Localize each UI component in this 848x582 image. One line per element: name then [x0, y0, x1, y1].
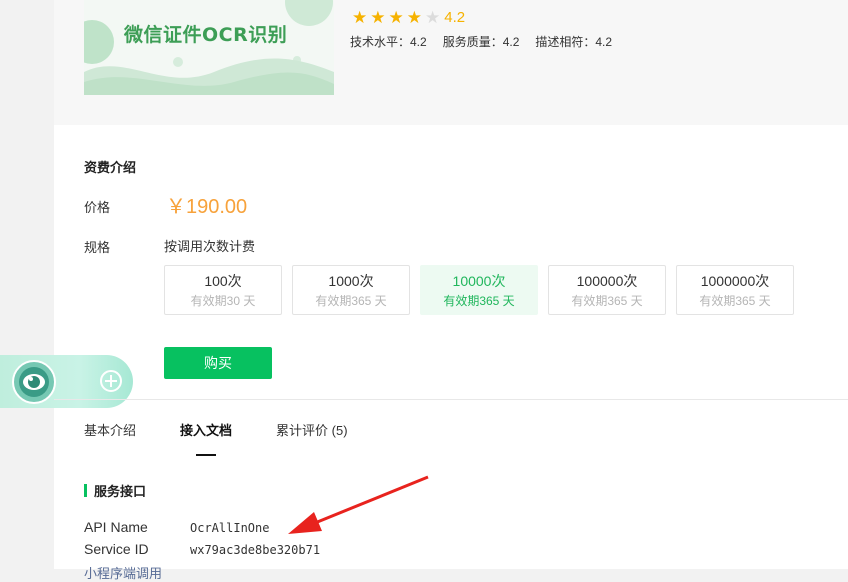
spec-option-count: 100000次: [576, 273, 638, 289]
spec-label: 规格: [84, 240, 111, 255]
spec-option-100[interactable]: 100次 有效期30 天: [164, 265, 282, 315]
buy-button[interactable]: 购买: [164, 347, 272, 379]
rating-score: 4.2: [444, 8, 466, 26]
spec-option-count: 10000次: [452, 273, 506, 289]
lens-graphic: [19, 367, 49, 397]
service-interface-heading: 服务接口: [84, 481, 146, 500]
spec-option-100000[interactable]: 100000次 有效期365 天: [548, 265, 666, 315]
spec-option-validity: 有效期365 天: [443, 294, 515, 308]
star-filled-icon: ★: [352, 7, 368, 27]
sub-rating-service: 服务质量：4.2: [442, 35, 520, 49]
pricing-section-title: 资费介绍: [84, 160, 137, 175]
star-filled-icon: ★: [370, 7, 386, 27]
spec-option-10000[interactable]: 10000次 有效期365 天: [420, 265, 538, 315]
rating-stars: ★ ★ ★ ★ ★ 4.2: [352, 7, 465, 27]
banner-decoration: [84, 0, 334, 95]
floating-capture-widget: [0, 355, 133, 408]
sub-rating-description: 描述相符：4.2: [535, 35, 613, 49]
star-filled-icon: ★: [406, 7, 422, 27]
miniprogram-call-link[interactable]: 小程序端调用: [84, 563, 162, 582]
spec-option-validity: 有效期365 天: [571, 294, 643, 308]
tab-basic-intro[interactable]: 基本介绍: [84, 420, 136, 450]
banner-title: 微信证件OCR识别: [124, 24, 288, 46]
tab-access-docs[interactable]: 接入文档: [180, 420, 232, 456]
spec-option-count: 1000000次: [700, 273, 770, 289]
price-value: ￥190.00: [166, 196, 248, 218]
red-arrow-annotation: [288, 475, 429, 534]
doc-tabs: 基本介绍 接入文档 累计评价 (5): [84, 420, 392, 456]
add-circle-icon[interactable]: [99, 369, 123, 393]
spec-option-validity: 有效期365 天: [699, 294, 771, 308]
api-name-value: OcrAllInOne: [190, 521, 270, 535]
spec-option-validity: 有效期30 天: [190, 294, 256, 308]
service-id-value: wx79ac3de8be320b71: [190, 543, 321, 557]
price-label: 价格: [84, 200, 111, 215]
star-empty-icon: ★: [425, 7, 441, 27]
api-name-key: API Name: [84, 519, 148, 535]
spec-option-1000[interactable]: 1000次 有效期365 天: [292, 265, 410, 315]
spec-option-count: 100次: [204, 273, 242, 289]
heading-accent-bar: [84, 484, 87, 497]
sub-rating-tech: 技术水平：4.2: [350, 35, 427, 49]
star-filled-icon: ★: [388, 7, 404, 27]
spec-options: 100次 有效期30 天 1000次 有效期365 天 10000次 有效期36…: [164, 265, 794, 315]
spec-type: 按调用次数计费: [164, 239, 256, 254]
service-interface-title: 服务接口: [94, 484, 147, 499]
spec-option-count: 1000次: [328, 273, 374, 289]
product-banner: 微信证件OCR识别: [84, 0, 334, 95]
sub-ratings: 技术水平：4.2 服务质量：4.2 描述相符：4.2: [350, 33, 612, 50]
section-divider: [54, 399, 848, 400]
spec-option-validity: 有效期365 天: [315, 294, 387, 308]
spec-option-1000000[interactable]: 1000000次 有效期365 天: [676, 265, 794, 315]
service-id-key: Service ID: [84, 541, 149, 557]
tab-reviews[interactable]: 累计评价 (5): [276, 420, 348, 450]
camera-lens-icon[interactable]: [12, 360, 56, 404]
